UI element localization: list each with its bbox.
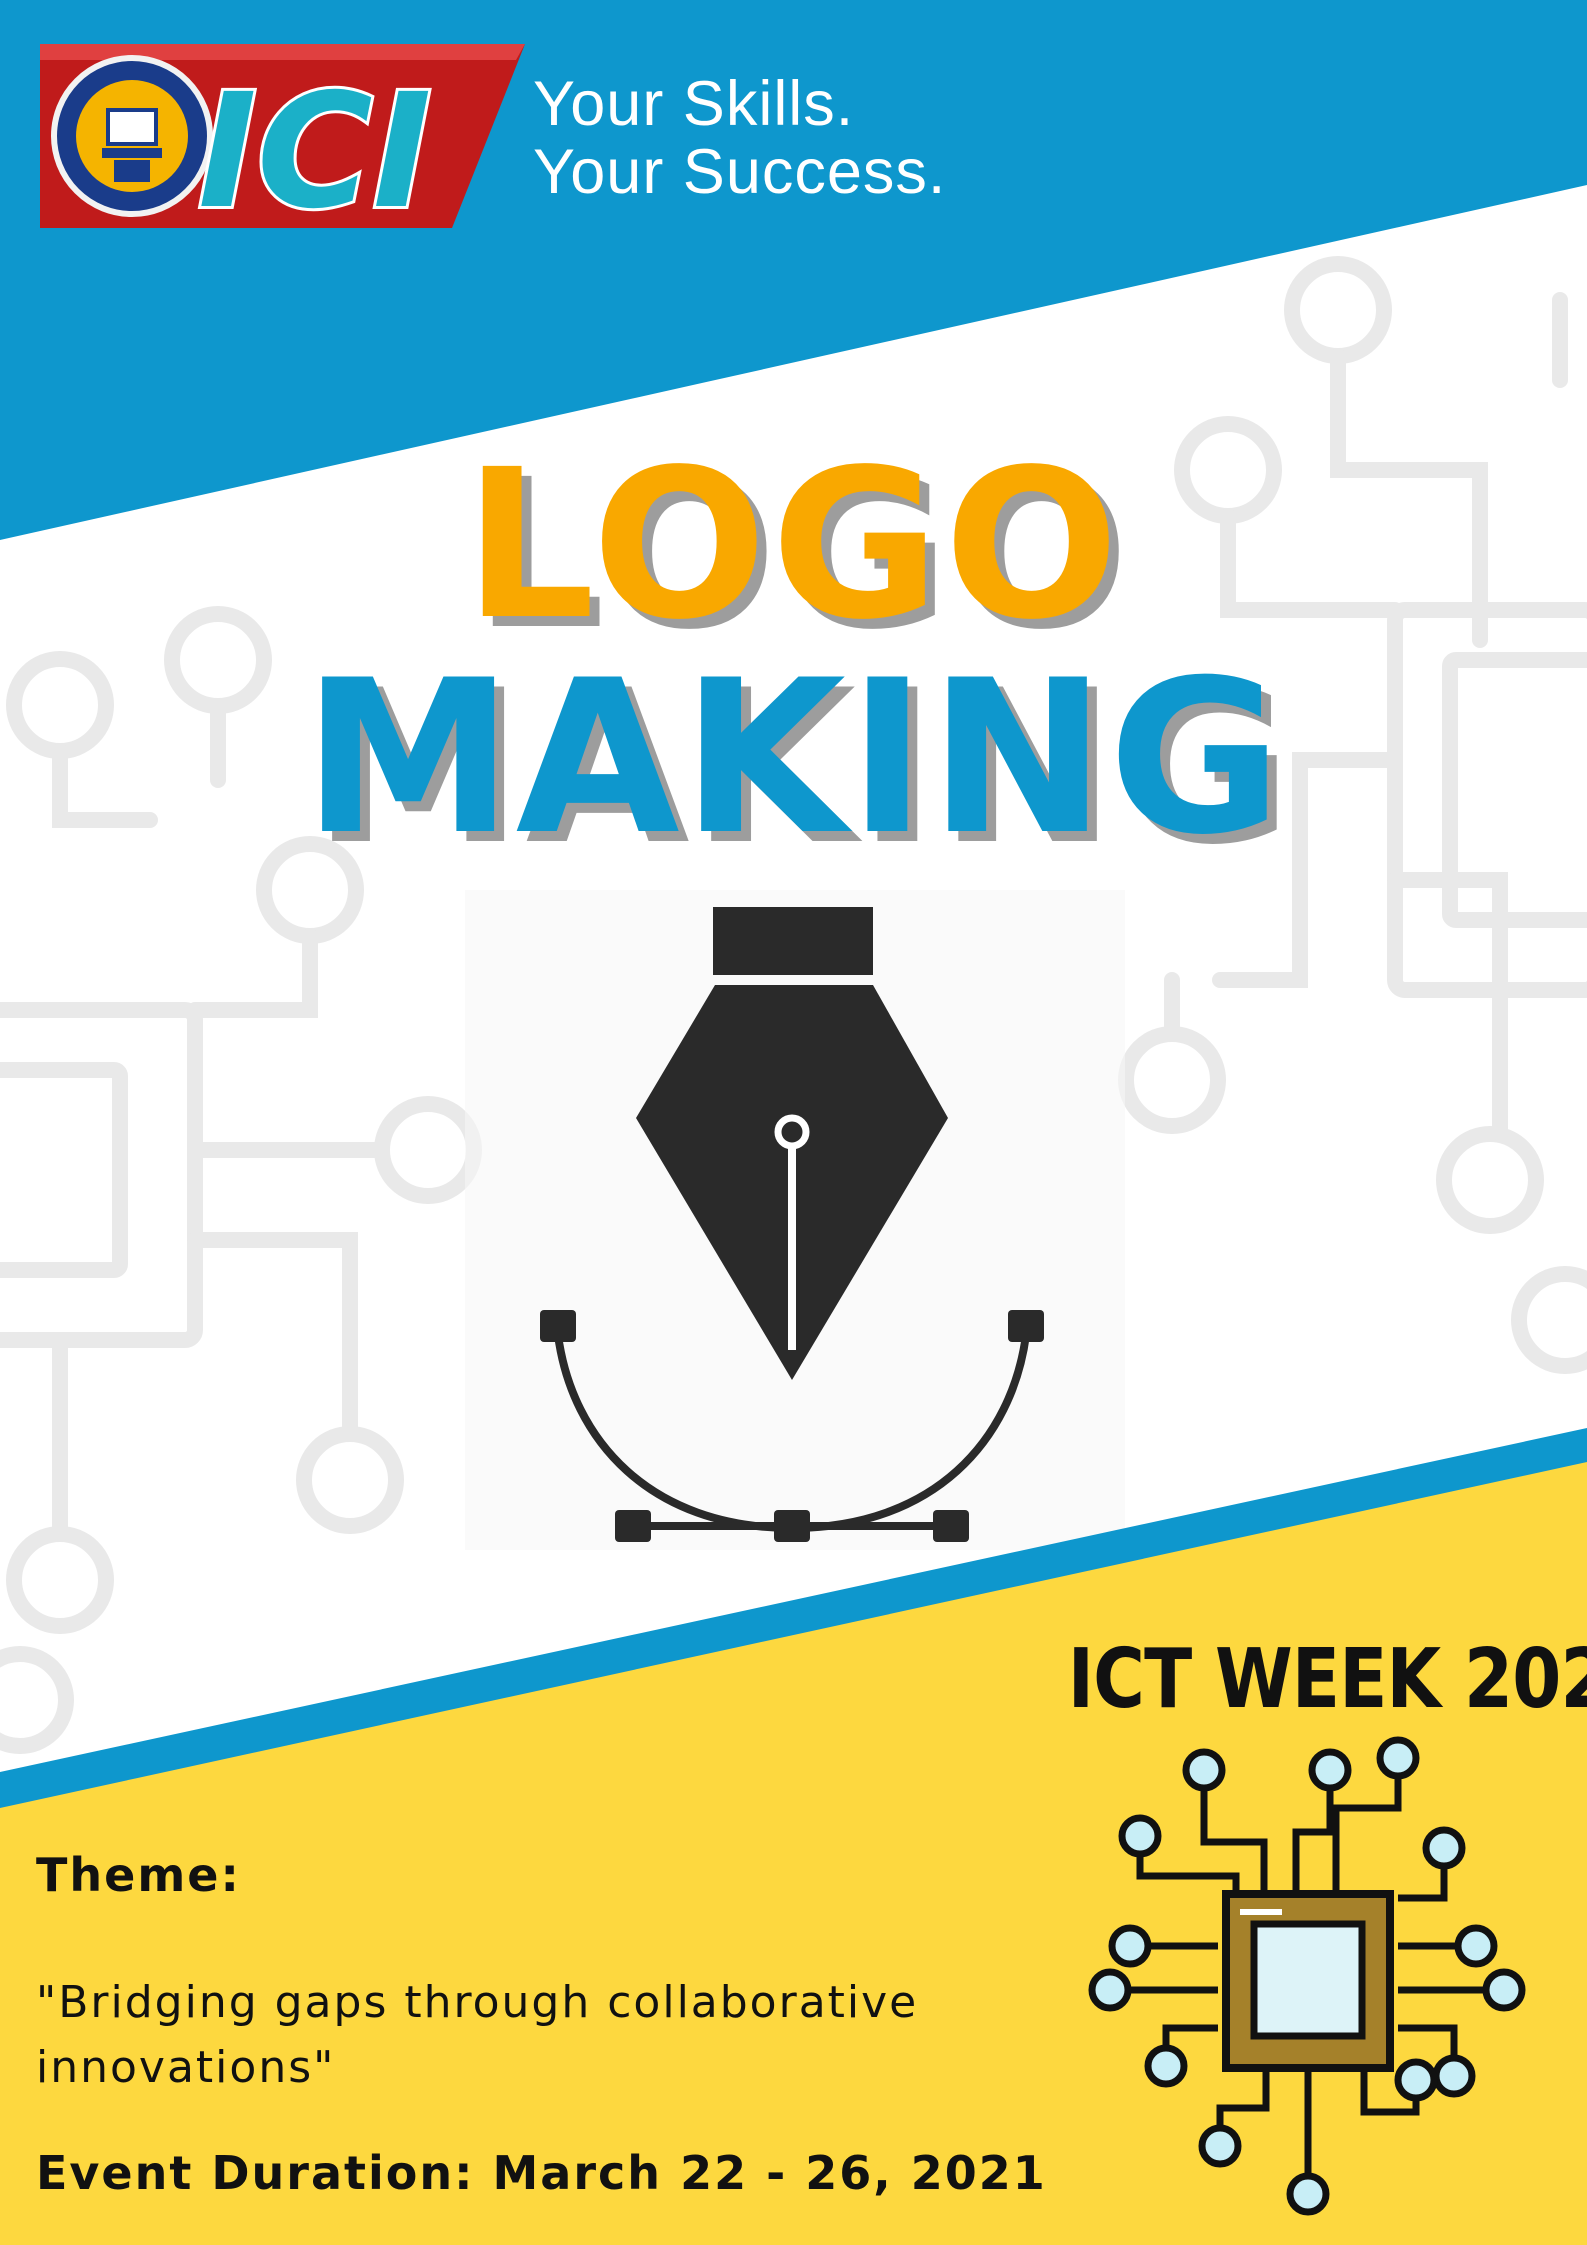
ici-logo: ICI	[40, 44, 525, 228]
title-making: MAKING	[302, 634, 1285, 881]
theme-text: "Bridging gaps through collaborative inn…	[36, 1977, 919, 2093]
title-logo: LOGO	[463, 425, 1124, 665]
poster: ICI Your Skills. Your Success. LOGO MAKI…	[0, 0, 1587, 2245]
pen-tool-icon	[540, 907, 1044, 1542]
theme-label: Theme:	[36, 1848, 241, 1902]
event-duration: Event Duration: March 22 - 26, 2021	[36, 2146, 1047, 2200]
circuit-chip-icon	[1088, 1736, 1526, 2216]
ici-logo-text: ICI	[198, 60, 432, 228]
ict-week-label: ICT WEEK 2021	[1067, 1632, 1587, 1727]
tagline: Your Skills. Your Success.	[533, 70, 1053, 206]
tagline-line-1: Your Skills.	[533, 69, 855, 139]
tagline-line-2: Your Success.	[533, 137, 947, 207]
